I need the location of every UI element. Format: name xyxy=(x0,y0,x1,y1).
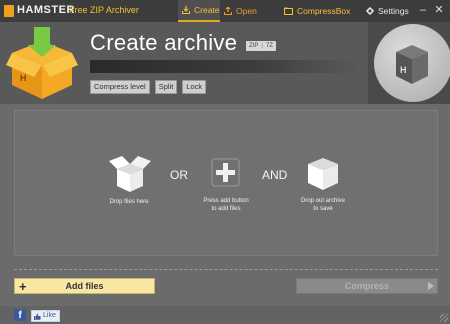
press-add-caption: Press add button to add files xyxy=(203,198,249,212)
like-button[interactable]: Like xyxy=(31,310,60,322)
tab-compressbox[interactable]: CompressBox xyxy=(280,0,350,22)
open-box-outline-icon xyxy=(109,156,151,192)
add-plus-icon xyxy=(211,158,240,187)
tab-create[interactable]: Create xyxy=(178,0,220,22)
or-label: OR xyxy=(170,168,188,182)
drop-files-caption: Drop files here xyxy=(109,199,149,205)
like-label: Like xyxy=(43,312,56,319)
drop-out-caption: Drop out archive to save xyxy=(300,198,346,212)
tab-create-label: Create xyxy=(194,5,220,15)
play-arrow-icon xyxy=(428,282,434,290)
footer: f Like xyxy=(0,306,450,324)
thumbs-up-icon xyxy=(34,313,41,320)
lock-button[interactable]: Lock xyxy=(182,80,207,94)
close-button[interactable]: ✕ xyxy=(434,4,444,16)
tab-open[interactable]: Open xyxy=(220,0,257,22)
folder-icon xyxy=(284,7,293,15)
facebook-icon[interactable]: f xyxy=(14,309,26,321)
archive-preview-panel: H xyxy=(368,22,450,104)
drop-zone[interactable]: Drop files here OR Press add button to a… xyxy=(14,110,438,256)
format-badges: ZIP | 7Z xyxy=(246,41,276,51)
svg-text:H: H xyxy=(400,65,407,75)
format-7z[interactable]: 7Z xyxy=(263,41,276,51)
upload-tray-icon xyxy=(224,7,232,15)
app-brand: HAMSTER xyxy=(17,4,75,16)
archive-options: Compress level Split Lock xyxy=(90,80,207,94)
page-title: Create archive xyxy=(90,30,238,55)
compress-label: Compress xyxy=(344,281,389,291)
split-button[interactable]: Split xyxy=(154,80,178,94)
closed-box-white-icon xyxy=(308,158,338,190)
add-files-label: Add files xyxy=(65,281,104,291)
add-files-button[interactable]: + Add files xyxy=(14,278,155,294)
tab-settings-label: Settings xyxy=(378,6,409,16)
download-tray-icon xyxy=(182,6,190,14)
tab-open-label: Open xyxy=(236,6,257,16)
resize-grip[interactable] xyxy=(440,314,448,322)
app-product-name: Free ZIP Archiver xyxy=(69,5,139,15)
compress-button[interactable]: Compress xyxy=(296,278,438,294)
and-label: AND xyxy=(262,168,288,182)
plus-icon: + xyxy=(19,279,27,294)
svg-text:H: H xyxy=(20,73,27,83)
tab-compressbox-label: CompressBox xyxy=(297,6,351,16)
tab-settings[interactable]: Settings xyxy=(362,0,409,22)
format-zip[interactable]: ZIP xyxy=(246,41,261,51)
gear-icon xyxy=(366,7,374,15)
header-panel: H Create archive ZIP | 7Z Compress level… xyxy=(0,22,450,104)
title-bar: HAMSTER Free ZIP Archiver Create Open Co… xyxy=(0,0,450,22)
compress-level-button[interactable]: Compress level xyxy=(90,80,150,94)
closed-box-icon: H xyxy=(396,45,428,84)
divider xyxy=(14,269,438,270)
window-controls: – ✕ xyxy=(418,4,444,16)
hamster-logo-icon xyxy=(4,5,14,17)
minimize-button[interactable]: – xyxy=(418,4,428,16)
archive-name-field[interactable] xyxy=(90,60,360,73)
open-box-icon: H xyxy=(6,27,78,99)
